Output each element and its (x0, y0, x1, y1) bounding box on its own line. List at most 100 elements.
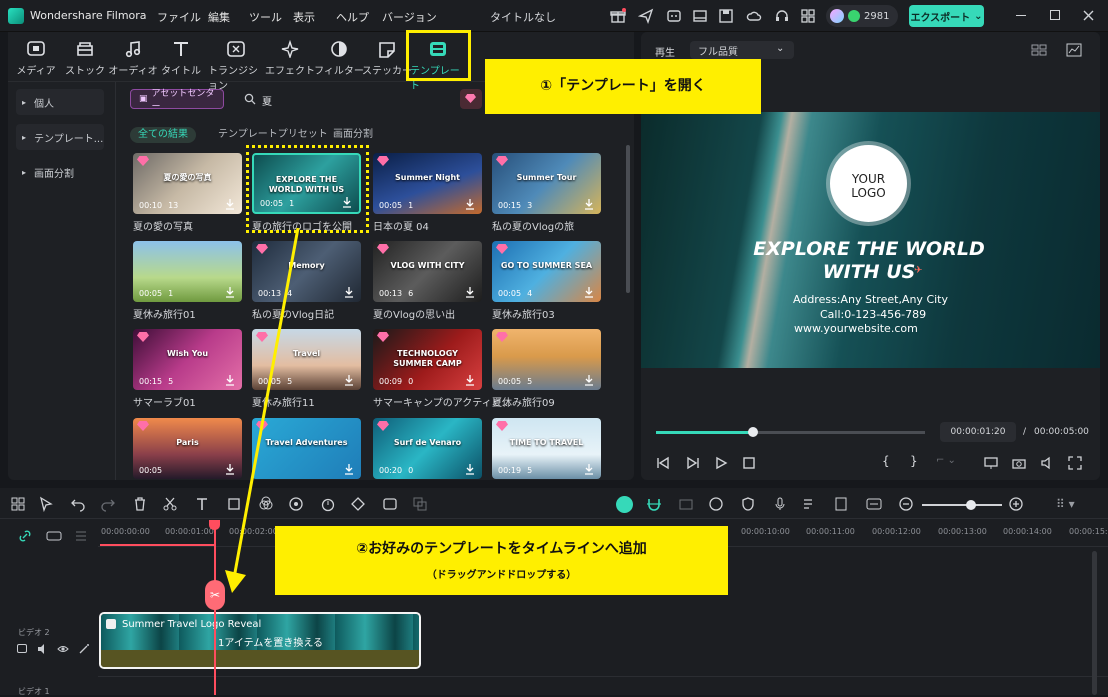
download-icon[interactable] (464, 463, 476, 475)
download-icon[interactable] (583, 286, 595, 298)
minimize-icon[interactable] (1016, 15, 1026, 16)
download-icon[interactable] (464, 286, 476, 298)
zoom-in-icon[interactable] (1008, 496, 1024, 512)
scope-chart-icon[interactable] (1066, 43, 1082, 57)
menu-version[interactable]: バージョン (382, 9, 437, 25)
track-manager-icon[interactable] (74, 529, 88, 543)
render-preview-icon[interactable] (708, 496, 724, 512)
sidebar-item-personal[interactable]: ▸ 個人 (16, 89, 104, 115)
download-icon[interactable] (343, 286, 355, 298)
menu-edit[interactable]: 編集 (208, 9, 230, 25)
mark-in-icon[interactable]: { (882, 454, 890, 468)
next-frame-icon[interactable] (686, 456, 700, 470)
menu-view[interactable]: 表示 (293, 9, 315, 25)
select-pointer-icon[interactable] (38, 496, 54, 512)
more-options-icon[interactable]: ⠿ ▾ (1056, 497, 1075, 511)
menu-help[interactable]: ヘルプ (336, 9, 369, 25)
menu-tools[interactable]: ツール (249, 9, 282, 25)
grid-view-icon[interactable] (1031, 44, 1047, 56)
zoom-slider-track[interactable] (922, 504, 1002, 506)
translate-icon[interactable] (412, 496, 428, 512)
menu-file[interactable]: ファイル (157, 9, 201, 25)
search-input[interactable]: 夏 (262, 93, 272, 108)
shield-icon[interactable] (740, 496, 756, 512)
cloud-upload-icon[interactable] (746, 8, 762, 24)
quality-select[interactable]: フル品質 ⌄ (690, 41, 794, 59)
export-button[interactable]: エクスポート ⌄ (909, 5, 984, 27)
sidebar-item-split-screen[interactable]: ▸ 画面分割 (16, 159, 104, 185)
zoom-slider-handle[interactable] (966, 500, 976, 510)
template-tile[interactable]: VLOG WITH CITY 00:13 6 (373, 241, 482, 302)
template-tile[interactable]: TIME TO TRAVEL 00:19 5 (492, 418, 601, 479)
ai-green-toggle[interactable] (616, 496, 633, 513)
tool-transitions[interactable]: トランジション (208, 40, 264, 92)
audio-list-icon[interactable] (802, 496, 818, 512)
template-tile[interactable]: GO TO SUMMER SEA 00:05 4 (492, 241, 601, 302)
template-tile[interactable]: 00:05 5 (492, 329, 601, 390)
tab-template-presets[interactable]: テンプレートプリセット (210, 127, 336, 143)
mark-out-icon[interactable]: } (910, 454, 918, 468)
marker-icon[interactable]: ⌐ ⌄ (936, 455, 956, 466)
gift-icon[interactable] (610, 8, 626, 24)
zoom-out-icon[interactable] (898, 496, 914, 512)
download-icon[interactable] (464, 374, 476, 386)
delete-trash-icon[interactable] (132, 496, 148, 512)
headset-icon[interactable] (774, 8, 790, 24)
grid-apps-icon[interactable] (800, 8, 816, 24)
play-icon[interactable] (714, 456, 728, 470)
fullscreen-icon[interactable] (1068, 456, 1082, 470)
eye-icon[interactable] (57, 643, 69, 655)
speed-timer-icon[interactable] (320, 496, 336, 512)
text-tool-icon[interactable] (194, 496, 210, 512)
download-icon[interactable] (583, 374, 595, 386)
microphone-icon[interactable] (772, 496, 788, 512)
download-icon[interactable] (224, 198, 236, 210)
keyframe-icon[interactable] (350, 496, 366, 512)
tool-titles[interactable]: タイトル (153, 40, 209, 77)
download-icon[interactable] (343, 374, 355, 386)
template-tile[interactable]: TECHNOLOGY SUMMER CAMP 00:09 0 (373, 329, 482, 390)
template-tile[interactable]: Summer Tour 00:15 3 (492, 153, 601, 214)
download-icon[interactable] (343, 463, 355, 475)
timeline-scrollbar[interactable] (1092, 551, 1097, 695)
tool-media[interactable]: メディア (8, 40, 64, 77)
credit-badge[interactable]: 2981 (826, 5, 898, 27)
tool-effects[interactable]: エフェクト (262, 40, 318, 77)
add-track-icon[interactable] (46, 529, 62, 543)
voice-icon[interactable] (382, 496, 398, 512)
replace-icon[interactable] (834, 496, 850, 512)
premium-gem-button[interactable] (460, 89, 482, 109)
layout-icon[interactable] (692, 8, 708, 24)
close-icon[interactable] (1083, 10, 1094, 21)
template-tile[interactable]: 夏の愛の写真 00:10 13 (133, 153, 242, 214)
tab-split-screen[interactable]: 画面分割 (325, 127, 381, 143)
download-icon[interactable] (583, 463, 595, 475)
cut-scissors-icon[interactable] (162, 496, 178, 512)
tab-all-results[interactable]: 全ての結果 (130, 127, 196, 143)
template-clip[interactable]: Summer Travel Logo Reveal 1アイテムを置き換える (99, 612, 421, 669)
save-icon[interactable] (718, 8, 734, 24)
speaker-icon[interactable] (37, 643, 49, 655)
download-icon[interactable] (464, 198, 476, 210)
stop-icon[interactable] (742, 456, 756, 470)
fit-timeline-icon[interactable] (866, 496, 882, 512)
snapshot-camera-icon[interactable] (1012, 456, 1026, 470)
playback-progress-handle[interactable] (747, 427, 758, 437)
display-icon[interactable] (984, 456, 998, 470)
gamepad-icon[interactable] (666, 8, 682, 24)
asset-center-button[interactable]: ▣ アセットセンター (130, 89, 224, 112)
download-icon[interactable] (583, 198, 595, 210)
volume-icon[interactable] (1040, 456, 1054, 470)
template-tile[interactable]: Surf de Venaro 00:20 0 (373, 418, 482, 479)
link-icon[interactable] (18, 529, 32, 543)
grid-layout-icon[interactable] (10, 496, 26, 512)
grid-scrollbar[interactable] (626, 145, 630, 293)
camera-record-icon[interactable] (678, 496, 694, 512)
lock-icon[interactable] (17, 644, 27, 653)
template-tile[interactable]: Summer Night 00:05 1 (373, 153, 482, 214)
redo-icon[interactable] (100, 496, 116, 512)
prev-frame-icon[interactable] (656, 456, 670, 470)
undo-icon[interactable] (70, 496, 86, 512)
maximize-icon[interactable] (1050, 10, 1060, 20)
send-icon[interactable] (638, 8, 654, 24)
